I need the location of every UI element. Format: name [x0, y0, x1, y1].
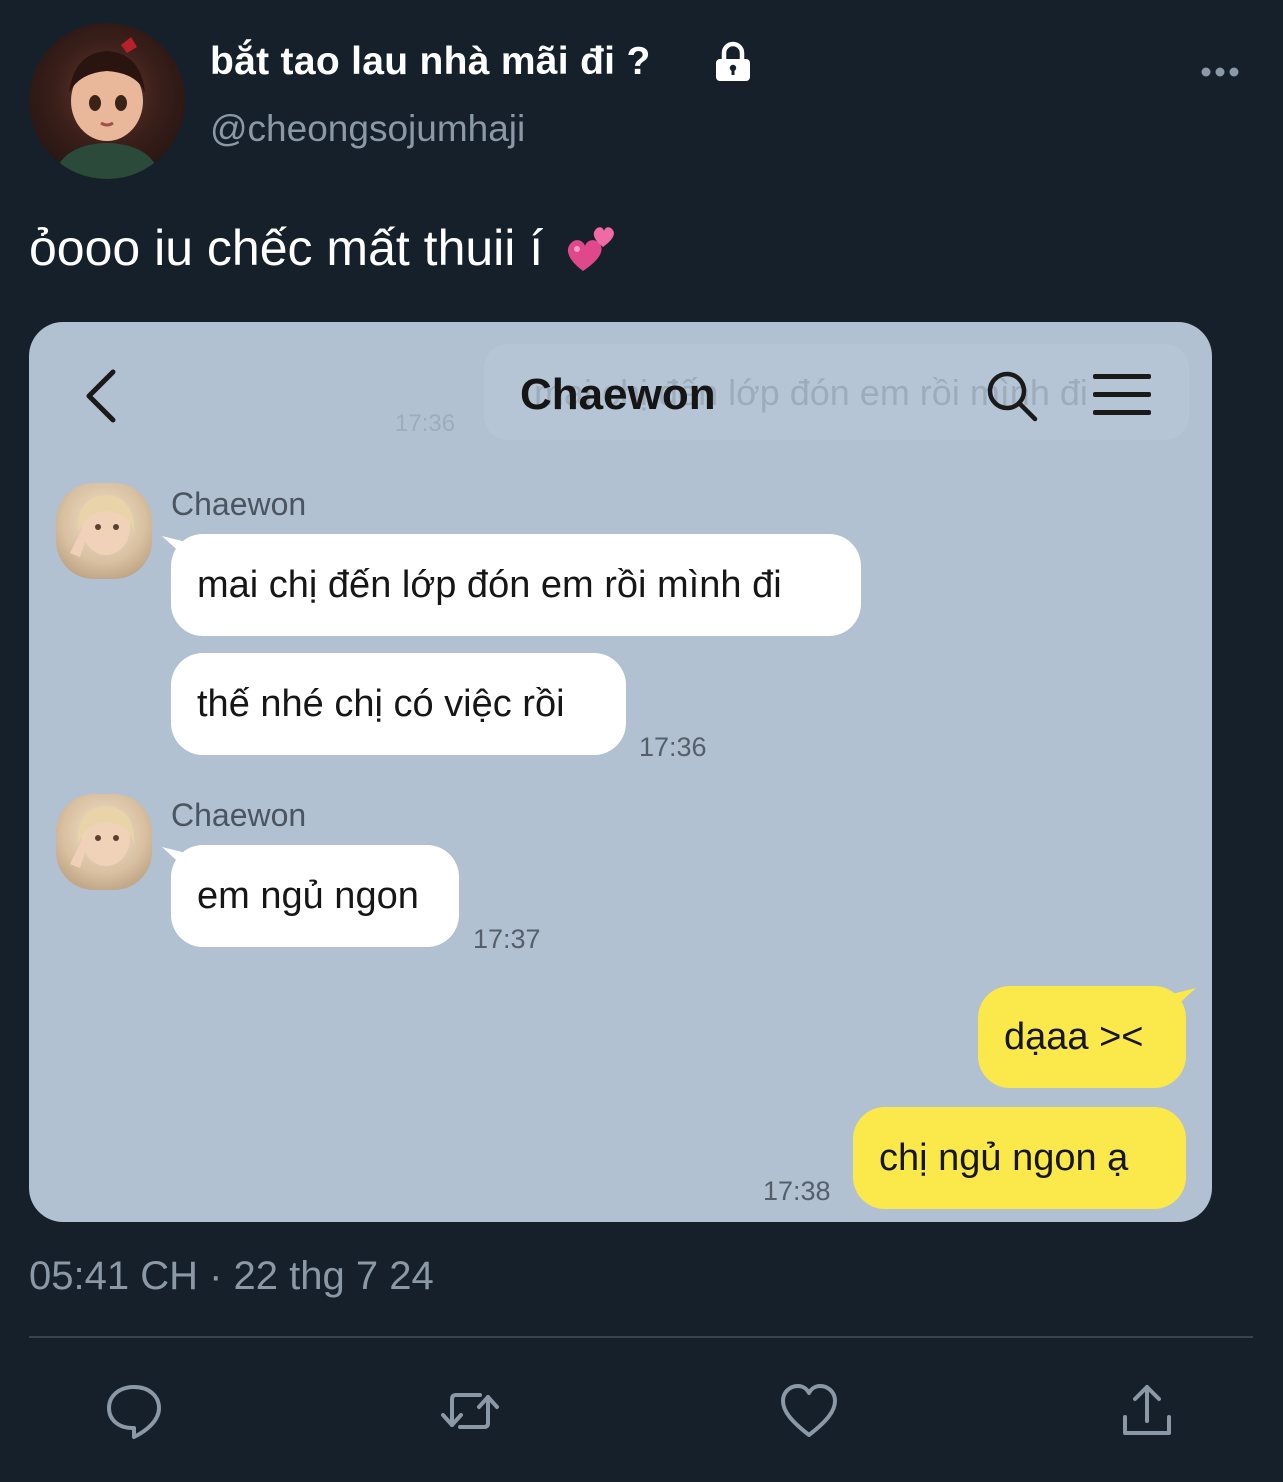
like-icon[interactable]: [779, 1381, 839, 1441]
menu-icon: [1093, 374, 1151, 415]
sender-avatar: [56, 794, 152, 890]
author-display-name[interactable]: bắt tao lau nhà mãi đi ?: [210, 40, 651, 84]
tweet-media-image[interactable]: mai chị đến lớp đón em rồi mình đi 17:36…: [29, 322, 1212, 1222]
message-bubble: mai chị đến lớp đón em rồi mình đi: [171, 534, 861, 636]
outgoing-bubble: chị ngủ ngon ạ: [853, 1107, 1186, 1209]
tweet-text: ỏooo iu chếc mất thuii í: [29, 218, 619, 278]
divider: [29, 1336, 1253, 1338]
message-time: 17:38: [763, 1176, 831, 1206]
message-time: 17:37: [473, 924, 541, 954]
message-bubble: thế nhé chị có việc rồi: [171, 653, 626, 755]
outgoing-bubble: dạaa ><: [978, 986, 1186, 1088]
search-icon: [987, 371, 1038, 422]
more-options-icon[interactable]: [1198, 62, 1242, 82]
message-bubble: em ngủ ngon: [171, 845, 459, 947]
author-handle[interactable]: @cheongsojumhaji: [210, 108, 525, 150]
retweet-icon[interactable]: [440, 1381, 500, 1441]
message-time: 17:36: [639, 732, 707, 762]
sender-name: Chaewon: [171, 797, 307, 833]
ghost-preview-time: 17:36: [395, 410, 456, 437]
reply-icon[interactable]: [104, 1381, 164, 1441]
tweet-timestamp[interactable]: 05:41 CH · 22 thg 7 24: [29, 1254, 434, 1299]
tweet-text-content: ỏooo iu chếc mất thuii í: [29, 220, 544, 276]
bubble-tail: [1172, 988, 1196, 1010]
share-icon[interactable]: [1117, 1381, 1177, 1441]
back-chevron-icon: [86, 369, 116, 423]
two-hearts-emoji-icon: [567, 227, 614, 271]
author-avatar[interactable]: [29, 23, 185, 179]
sender-name: Chaewon: [171, 486, 307, 522]
sender-avatar: [56, 483, 152, 579]
chat-title: Chaewon: [520, 370, 716, 419]
lock-icon: [716, 41, 750, 81]
